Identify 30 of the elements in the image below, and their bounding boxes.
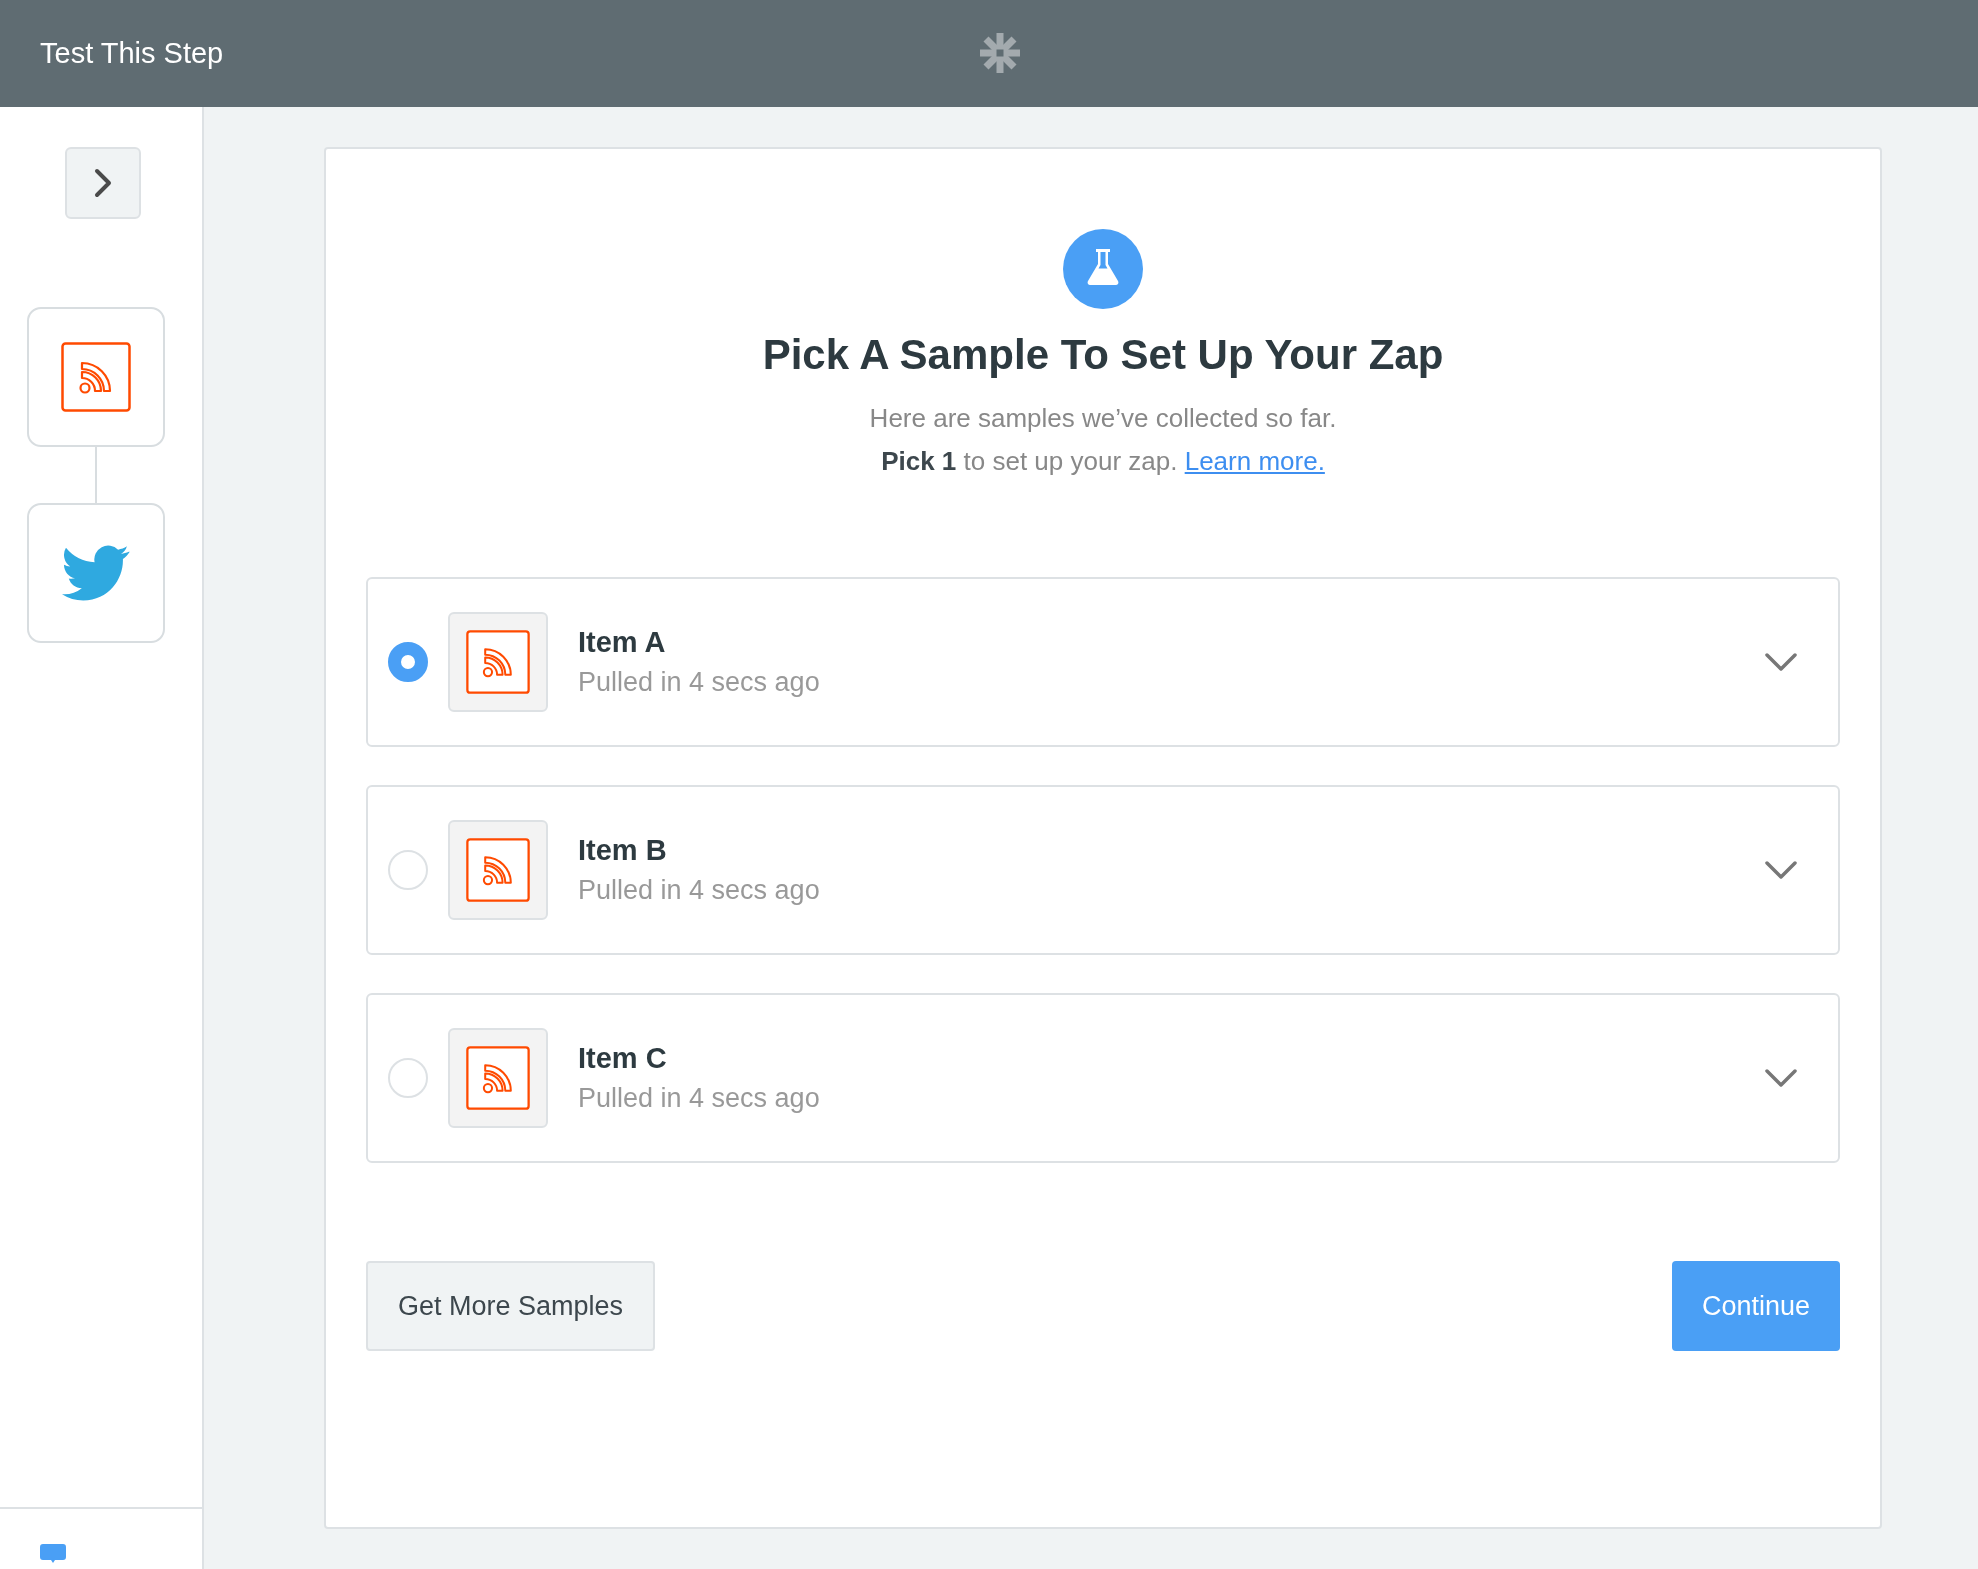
- sample-row[interactable]: Item A Pulled in 4 secs ago: [366, 577, 1840, 747]
- subtitle: Here are samples we’ve collected so far.: [869, 403, 1337, 434]
- bird-icon: [62, 544, 130, 602]
- rss-icon: [466, 838, 530, 902]
- expand-button[interactable]: [65, 147, 141, 219]
- sample-time: Pulled in 4 secs ago: [578, 667, 821, 698]
- chevron-down-icon[interactable]: [1764, 1068, 1798, 1088]
- sample-row[interactable]: Item C Pulled in 4 secs ago: [366, 993, 1840, 1163]
- get-more-samples-button[interactable]: Get More Samples: [366, 1261, 656, 1351]
- sample-row[interactable]: Item B Pulled in 4 secs ago: [366, 785, 1840, 955]
- rss-icon: [466, 630, 530, 694]
- rss-icon: [61, 342, 131, 412]
- sample-name: Item C: [578, 1042, 668, 1075]
- heading: Pick A Sample To Set Up Your Zap: [762, 331, 1444, 379]
- instruction-text: Pick 1 to set up your zap. Learn more.: [881, 446, 1325, 477]
- step-card[interactable]: [27, 307, 165, 447]
- chevron-right-icon: [93, 168, 113, 198]
- chevron-down-icon[interactable]: [1764, 860, 1798, 880]
- flask-icon: [1063, 229, 1143, 309]
- radio-button[interactable]: [388, 642, 428, 682]
- sample-time: Pulled in 4 secs ago: [578, 875, 821, 906]
- step-card[interactable]: [27, 503, 165, 643]
- sample-time: Pulled in 4 secs ago: [578, 1083, 821, 1114]
- sample-name: Item A: [578, 626, 667, 659]
- sample-name: Item B: [578, 834, 668, 867]
- chevron-down-icon[interactable]: [1764, 652, 1798, 672]
- chat-icon: [40, 1544, 66, 1564]
- rss-icon: [466, 1046, 530, 1110]
- page-title: Test This Step: [40, 37, 224, 70]
- asterisk-logo-icon: [978, 31, 1022, 75]
